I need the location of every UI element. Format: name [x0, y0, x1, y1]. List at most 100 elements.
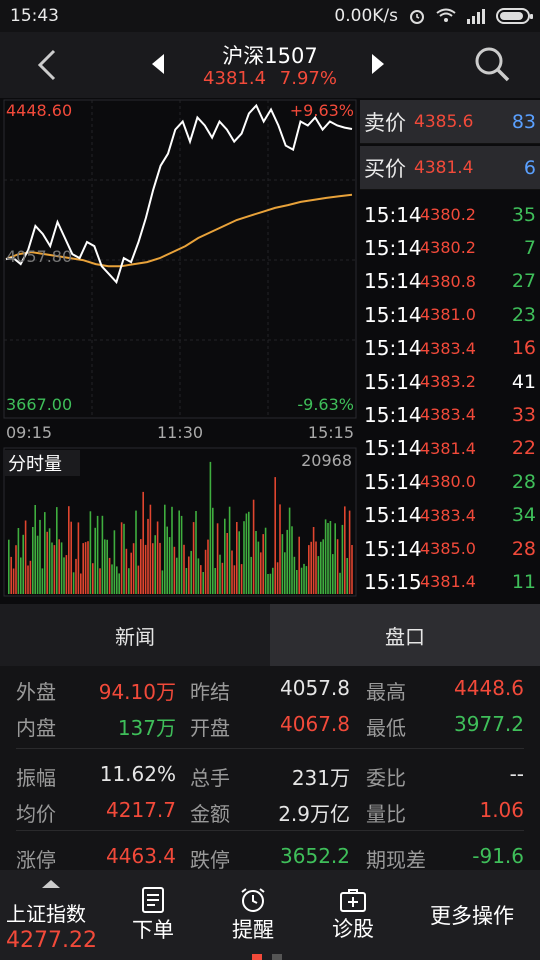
- volume-bar: [164, 504, 166, 594]
- bottom-nav: 上证指数 4277.22 下单 提醒 诊股 更多操作: [0, 870, 540, 960]
- change-percent: 7.97%: [279, 68, 337, 89]
- volume-bar: [176, 557, 178, 594]
- volume-bar: [248, 511, 250, 594]
- volume-bar: [89, 511, 92, 594]
- stat-value: --: [509, 762, 524, 786]
- volume-bar: [320, 541, 322, 594]
- bid-row[interactable]: 买价 4381.4 6: [360, 146, 540, 190]
- volume-bar: [63, 557, 65, 594]
- tick-row: 15:14 4380.0 28: [360, 465, 540, 498]
- volume-bar: [53, 545, 56, 594]
- volume-bar: [346, 558, 348, 594]
- volume-bar: [240, 564, 243, 594]
- search-button[interactable]: [472, 44, 512, 84]
- volume-bar: [250, 556, 252, 594]
- tick-price: 4383.4: [420, 405, 476, 425]
- more-actions-button[interactable]: 更多操作: [412, 870, 532, 960]
- volume-bar: [216, 523, 219, 594]
- volume-bar: [166, 526, 168, 594]
- tick-row: 15:14 4380.2 7: [360, 231, 540, 264]
- intraday-chart[interactable]: 4448.60 4057.80 3667.00 +9.63% -9.63% 09…: [0, 98, 360, 600]
- battery-icon: [496, 8, 533, 24]
- volume-bar: [288, 507, 291, 594]
- stats-row: 振幅 11.62% 总手 231万 委比 --: [0, 756, 540, 792]
- page-indicator: [252, 954, 262, 960]
- volume-bar: [116, 566, 118, 594]
- volume-bar: [269, 573, 272, 594]
- volume-bar: [214, 568, 216, 594]
- volume-bar: [351, 545, 353, 594]
- tick-price: 4383.4: [420, 505, 476, 525]
- tick-volume: 11: [511, 570, 536, 593]
- volume-bar: [171, 506, 173, 594]
- chart-canvas: 4448.60 4057.80 3667.00 +9.63% -9.63% 09…: [3, 99, 357, 597]
- alarm-clock-icon: [241, 888, 265, 912]
- stat-value: -91.6: [472, 844, 524, 868]
- stats-row: 涨停 4463.4 跌停 3652.2 期现差 -91.6: [0, 838, 540, 874]
- header: 沪深1507 4381.4 7.97%: [0, 32, 540, 98]
- stat-value: 3977.2: [454, 712, 524, 736]
- tick-time: 15:15: [364, 569, 422, 594]
- stat-value: 4463.4: [106, 844, 176, 868]
- volume-bar: [286, 529, 288, 594]
- volume-bar: [168, 537, 171, 594]
- ask-row[interactable]: 卖价 4385.6 83: [360, 100, 540, 144]
- stat-label: 最高: [366, 680, 406, 704]
- volume-bar: [142, 491, 144, 594]
- more-actions-label: 更多操作: [430, 904, 514, 928]
- bid-volume: 6: [523, 156, 536, 179]
- ask-label: 卖价: [364, 110, 406, 135]
- volume-bar: [39, 519, 41, 594]
- tab-handicap[interactable]: 盘口: [270, 604, 540, 666]
- index-button[interactable]: 上证指数 4277.22: [0, 870, 110, 960]
- volume-bar: [44, 512, 46, 594]
- medical-kit-icon: [340, 889, 366, 912]
- stat-label: 总手: [190, 766, 230, 790]
- diagnose-label: 诊股: [332, 917, 374, 941]
- volume-bar: [159, 542, 161, 594]
- market-stats: 外盘 94.10万 昨结 4057.8 最高 4448.6 内盘 137万 开盘 4067.8 最低…: [0, 666, 540, 872]
- volume-bar: [300, 567, 303, 594]
- volume-bar: [120, 522, 123, 594]
- volume-bar: [260, 552, 262, 594]
- volume-bar: [279, 504, 281, 594]
- volume-bar: [188, 556, 190, 594]
- volume-bar: [41, 568, 44, 594]
- volume-bar: [293, 556, 296, 594]
- tick-row: 15:14 4385.0 28: [360, 532, 540, 565]
- volume-bar: [72, 572, 75, 594]
- next-contract-button[interactable]: [372, 54, 384, 74]
- stats-row: 均价 4217.7 金额 2.9万亿 量比 1.06: [0, 792, 540, 828]
- volume-bar: [48, 528, 51, 594]
- signal-icon: [467, 9, 485, 24]
- wifi-icon: [436, 8, 456, 22]
- page-indicator: [272, 954, 282, 960]
- tick-row: 15:14 4383.4 16: [360, 332, 540, 365]
- stat-value: 1.06: [479, 798, 524, 822]
- volume-bar: [125, 548, 128, 594]
- volume-bar: [161, 570, 164, 594]
- order-button[interactable]: 下单: [112, 870, 194, 960]
- tab-news[interactable]: 新闻: [0, 604, 270, 666]
- volume-bar: [262, 534, 264, 594]
- volume-bar: [312, 527, 315, 594]
- stat-label: 最低: [366, 716, 406, 740]
- tick-price: 4383.2: [420, 372, 476, 391]
- volume-bar: [324, 519, 327, 594]
- volume-bar: [200, 565, 202, 594]
- volume-bar: [267, 574, 269, 594]
- volume-bar: [20, 557, 22, 594]
- diagnose-button[interactable]: 诊股: [312, 870, 394, 960]
- info-tabs: 新闻 盘口: [0, 604, 540, 666]
- stat-value: 3652.2: [280, 844, 350, 868]
- alert-button[interactable]: 提醒: [212, 870, 294, 960]
- index-value: 4277.22: [6, 928, 97, 953]
- volume-bar: [77, 522, 80, 594]
- stat-label: 昨结: [190, 680, 230, 704]
- volume-bar: [17, 528, 20, 594]
- volume-bar: [111, 564, 113, 594]
- volume-bar: [296, 570, 298, 594]
- volume-bar: [236, 522, 238, 594]
- y-low-label: 3667.00: [6, 395, 72, 414]
- tick-volume: 34: [511, 504, 536, 527]
